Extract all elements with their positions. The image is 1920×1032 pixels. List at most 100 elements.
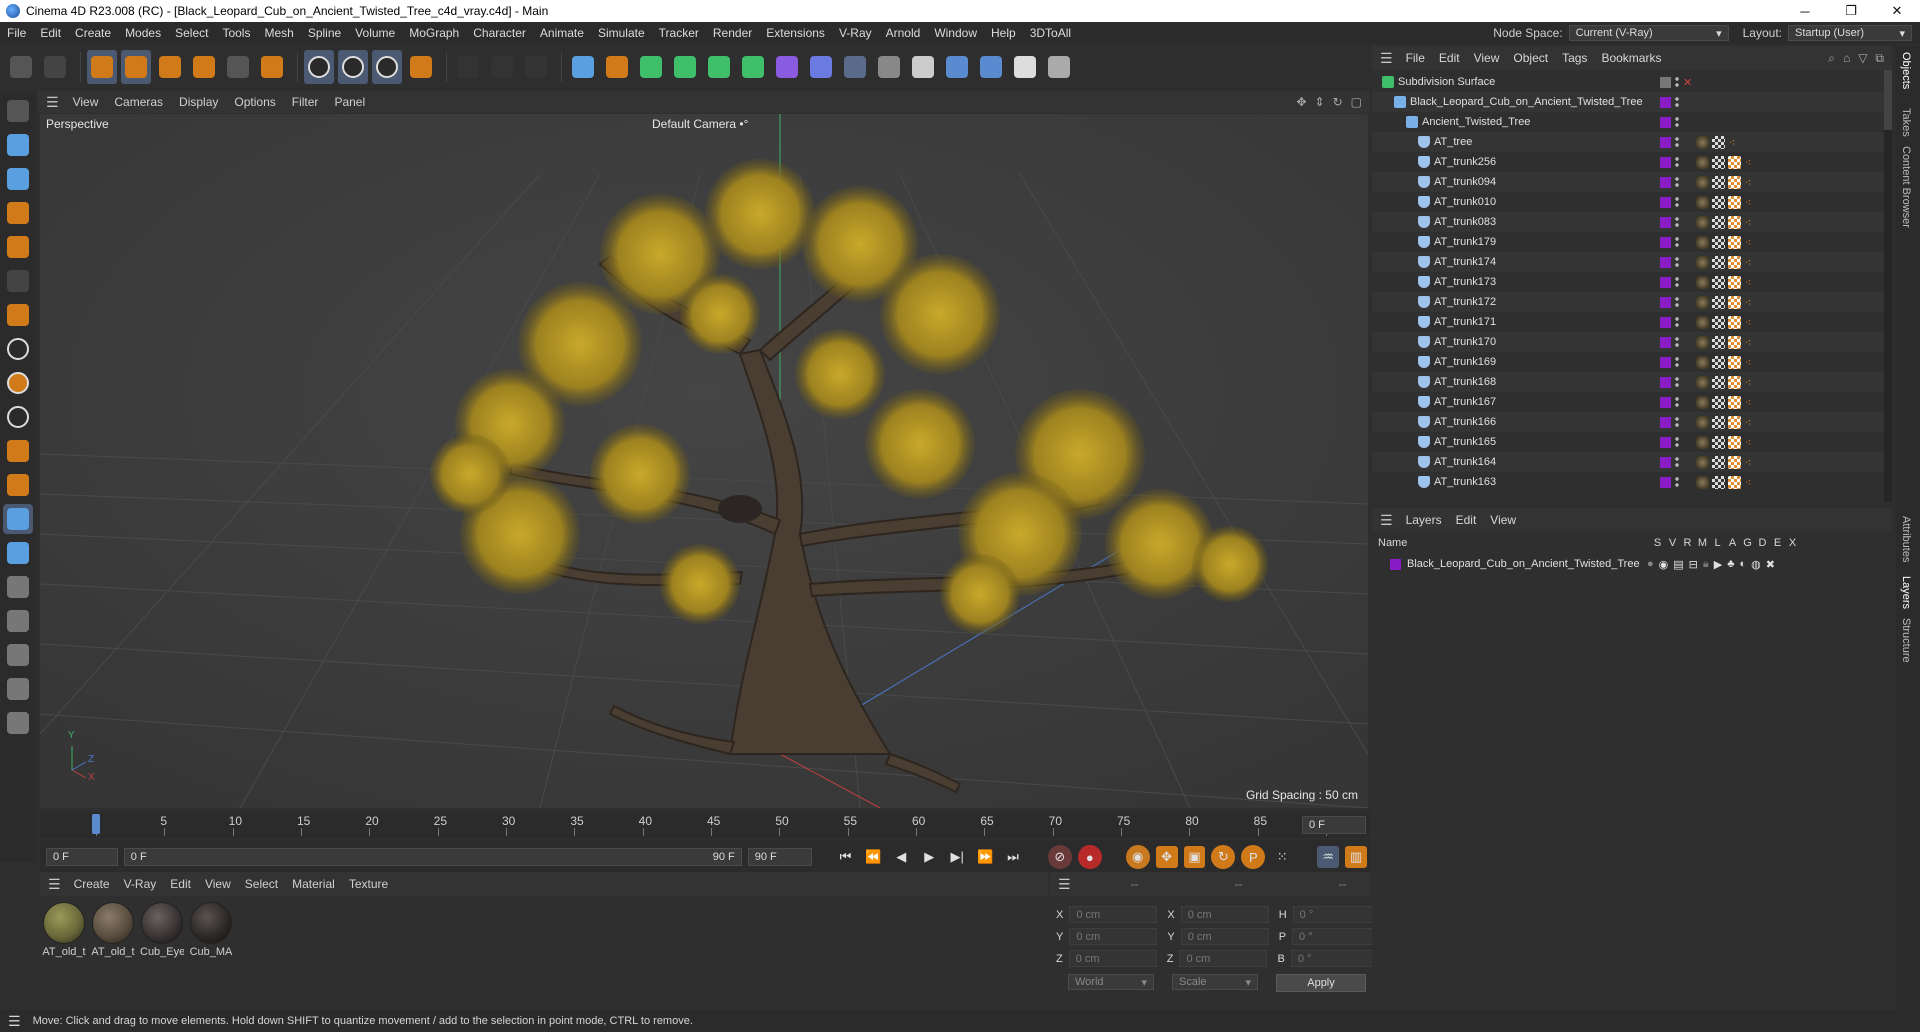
joint-icon[interactable] — [3, 640, 33, 670]
uvw-tag-icon[interactable] — [1712, 295, 1725, 309]
move-icon[interactable] — [121, 50, 151, 84]
visibility-dots-icon[interactable] — [1675, 216, 1679, 228]
tab-objects[interactable]: Objects — [1900, 52, 1912, 89]
edit-toggle-icon[interactable] — [1660, 76, 1671, 88]
z-axis-icon[interactable] — [372, 50, 402, 84]
rot-b-field[interactable]: 0 ° — [1290, 950, 1379, 967]
bend-icon[interactable] — [3, 708, 33, 738]
mat-menu-view[interactable]: View — [198, 877, 238, 891]
uvw-tag-icon[interactable] — [1712, 155, 1725, 169]
size-y-field[interactable]: 0 cm — [1180, 928, 1269, 945]
layer-swatch[interactable] — [1660, 476, 1671, 488]
paint-icon[interactable] — [3, 572, 33, 602]
texture-tag-icon[interactable] — [1728, 235, 1741, 249]
menu-spline[interactable]: Spline — [301, 26, 348, 40]
material-tag-icon[interactable] — [1696, 175, 1709, 189]
pos-z-field[interactable]: 0 cm — [1068, 950, 1157, 967]
obj-menu-file[interactable]: File — [1399, 51, 1432, 65]
key-selection-icon[interactable]: ◉ — [1125, 845, 1150, 869]
phong-tag-icon[interactable]: ⁖ — [1745, 316, 1751, 329]
polygon-mode-icon[interactable] — [3, 164, 33, 194]
material-tag-icon[interactable] — [1696, 215, 1709, 229]
menu-volume[interactable]: Volume — [348, 26, 402, 40]
coord-mode-dropdown[interactable]: World ▾ — [1068, 974, 1154, 990]
texture-tag-icon[interactable] — [1728, 415, 1741, 429]
object-mode-icon[interactable] — [3, 198, 33, 228]
menu-tracker[interactable]: Tracker — [652, 26, 706, 40]
layer-row[interactable]: Black_Leopard_Cub_on_Ancient_Twisted_Tre… — [1372, 554, 1884, 574]
timeline-ruler[interactable]: 051015202530354045505560657075808590 0 F — [40, 812, 1370, 838]
phong-tag-icon[interactable]: ⁖ — [1745, 176, 1751, 189]
vp-menu-panel[interactable]: Panel — [326, 95, 373, 109]
menu-mesh[interactable]: Mesh — [257, 26, 300, 40]
obj-menu-view[interactable]: View — [1467, 51, 1507, 65]
texture-mode-icon[interactable] — [3, 266, 33, 296]
key-position-icon[interactable]: ✥ — [1155, 846, 1178, 868]
layer-swatch[interactable] — [1660, 96, 1671, 108]
vp-menu-options[interactable]: Options — [226, 95, 283, 109]
xref-icon[interactable]: ✖ — [1766, 558, 1775, 571]
uvw-tag-icon[interactable] — [1712, 255, 1725, 269]
layer-flag-v[interactable]: V — [1665, 537, 1680, 549]
layer-flag-l[interactable]: L — [1710, 537, 1725, 549]
visibility-dots-icon[interactable] — [1675, 396, 1679, 408]
layer-menu-layers[interactable]: Layers — [1399, 513, 1449, 527]
visibility-dots-icon[interactable] — [1675, 76, 1679, 88]
layer-menu-edit[interactable]: Edit — [1449, 513, 1484, 527]
record-icon[interactable]: ● — [1077, 845, 1102, 869]
menu-simulate[interactable]: Simulate — [591, 26, 652, 40]
tab-structure[interactable]: Structure — [1900, 618, 1912, 663]
visibility-dots-icon[interactable] — [1675, 296, 1679, 308]
cloner-icon[interactable] — [704, 50, 734, 84]
mat-menu-material[interactable]: Material — [285, 877, 342, 891]
layout-dropdown[interactable]: Startup (User) ▾ — [1788, 25, 1912, 41]
material-item[interactable]: AT_old_t — [42, 902, 86, 958]
x-axis-icon[interactable] — [304, 50, 334, 84]
enabled-toggle-icon[interactable]: ✕ — [1683, 76, 1692, 89]
object-row[interactable]: AT_trunk010 ⁖ — [1372, 192, 1884, 212]
uvw-tag-icon[interactable] — [1712, 415, 1725, 429]
coord-system-icon[interactable] — [406, 50, 436, 84]
texture-tag-icon[interactable] — [1728, 455, 1741, 469]
phong-tag-icon[interactable]: ⁖ — [1745, 236, 1751, 249]
menu-file[interactable]: File — [0, 26, 33, 40]
key-param-icon[interactable]: P — [1241, 845, 1266, 869]
texture-tag-icon[interactable] — [1728, 155, 1741, 169]
texture-tag-icon[interactable] — [1728, 395, 1741, 409]
object-row[interactable]: AT_trunk164 ⁖ — [1372, 452, 1884, 472]
visibility-dots-icon[interactable] — [1675, 416, 1679, 428]
menu-edit[interactable]: Edit — [33, 26, 68, 40]
object-row[interactable]: AT_trunk171 ⁖ — [1372, 312, 1884, 332]
layer-flag-d[interactable]: D — [1755, 537, 1770, 549]
camera-label[interactable]: Default Camera •° — [652, 117, 748, 131]
menu-tools[interactable]: Tools — [215, 26, 257, 40]
menu-create[interactable]: Create — [68, 26, 118, 40]
mat-menu-create[interactable]: Create — [67, 877, 117, 891]
layer-swatch[interactable] — [1660, 336, 1671, 348]
hamburger-icon[interactable]: ☰ — [46, 94, 59, 111]
object-row[interactable]: AT_trunk165 ⁖ — [1372, 432, 1884, 452]
texture-tag-icon[interactable] — [1728, 175, 1741, 189]
generator-icon[interactable]: ♣ — [1727, 558, 1734, 571]
layer-swatch[interactable] — [1660, 316, 1671, 328]
object-row[interactable]: Subdivision Surface ✕ — [1372, 72, 1884, 92]
phong-tag-icon[interactable]: ⁖ — [1745, 276, 1751, 289]
object-row[interactable]: AT_trunk168 ⁖ — [1372, 372, 1884, 392]
go-to-start-icon[interactable]: ⏮ — [835, 846, 857, 868]
extrude-icon[interactable] — [670, 50, 700, 84]
uvw-tag-icon[interactable] — [1712, 375, 1725, 389]
key-scale-icon[interactable]: ▣ — [1183, 846, 1206, 868]
visibility-dots-icon[interactable] — [1675, 456, 1679, 468]
playhead[interactable] — [92, 814, 100, 834]
uvw-tag-icon[interactable] — [1712, 475, 1725, 489]
uvw-tag-icon[interactable] — [1712, 195, 1725, 209]
next-frame-icon[interactable]: ▶| — [946, 846, 968, 868]
texture-tag-icon[interactable] — [1728, 375, 1741, 389]
layer-flag-e[interactable]: E — [1770, 537, 1785, 549]
texture-tag-icon[interactable] — [1728, 195, 1741, 209]
vp-menu-cameras[interactable]: Cameras — [106, 95, 171, 109]
menu-mograph[interactable]: MoGraph — [402, 26, 466, 40]
material-tag-icon[interactable] — [1696, 315, 1709, 329]
object-row[interactable]: Ancient_Twisted_Tree — [1372, 112, 1884, 132]
texture-tag-icon[interactable] — [1728, 475, 1741, 489]
